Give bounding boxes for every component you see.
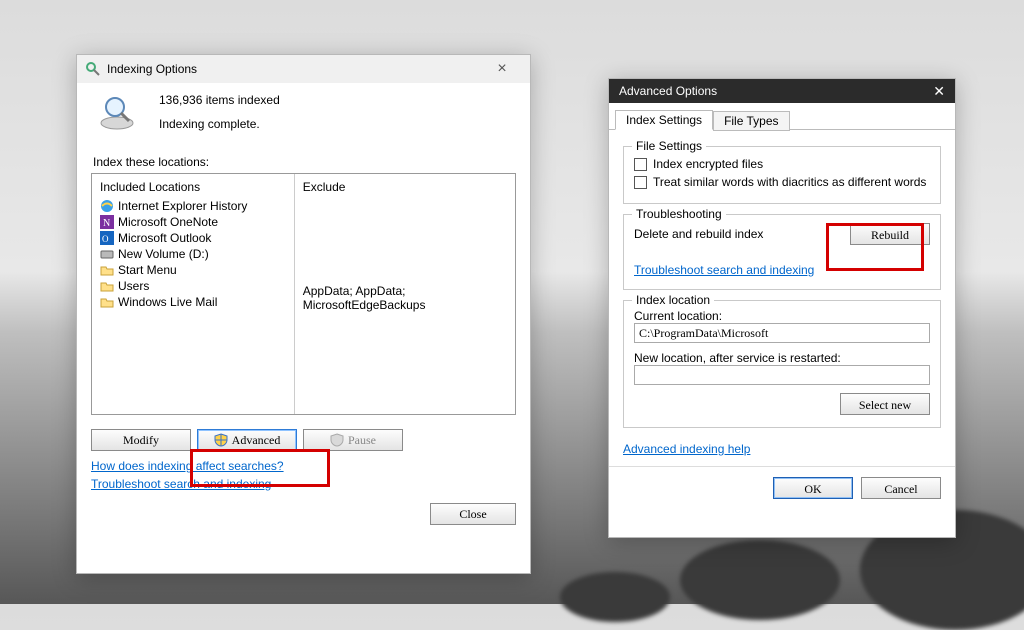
titlebar[interactable]: Advanced Options ✕ [609,79,955,103]
close-icon[interactable]: ✕ [933,83,945,100]
group-troubleshooting: Troubleshooting Delete and rebuild index… [623,214,941,290]
group-index-location: Index location Current location: New loc… [623,300,941,428]
magnifier-icon [99,93,137,131]
rebuild-label: Delete and rebuild index [634,227,763,241]
current-location-field[interactable] [634,323,930,343]
link-affect-searches[interactable]: How does indexing affect searches? [91,459,284,473]
window-title: Advanced Options [619,84,717,98]
checkbox-label: Treat similar words with diacritics as d… [653,175,926,189]
list-item[interactable]: Users [100,278,286,294]
list-item-label: Users [118,279,149,293]
folder-icon [100,295,114,309]
link-troubleshoot[interactable]: Troubleshoot search and indexing [91,477,271,491]
folder-icon [100,263,114,277]
close-button[interactable]: Close [430,503,516,525]
ok-button[interactable]: OK [773,477,853,499]
items-indexed-count: 136,936 items indexed [159,93,280,107]
checkbox-icon[interactable] [634,158,647,171]
checkbox-diacritics[interactable]: Treat similar words with diacritics as d… [634,173,930,191]
tab-file-types[interactable]: File Types [713,111,789,131]
list-item[interactable]: Windows Live Mail [100,294,286,310]
list-item[interactable]: Start Menu [100,262,286,278]
ie-icon [100,199,114,213]
onenote-icon: N [100,215,114,229]
tab-index-settings[interactable]: Index Settings [615,110,713,130]
link-troubleshoot[interactable]: Troubleshoot search and indexing [634,263,814,277]
group-title: Index location [632,293,714,307]
group-file-settings: File Settings Index encrypted files Trea… [623,146,941,204]
close-icon[interactable]: × [482,60,522,78]
exclude-value: AppData; AppData; MicrosoftEdgeBackups [303,284,507,312]
drive-icon [100,247,114,261]
list-item-label: New Volume (D:) [118,247,209,261]
locations-list[interactable]: Included Locations Internet Explorer His… [91,173,516,415]
list-item[interactable]: O Microsoft Outlook [100,230,286,246]
checkbox-icon[interactable] [634,176,647,189]
titlebar[interactable]: Indexing Options × [77,55,530,83]
index-locations-label: Index these locations: [77,141,530,173]
list-item-label: Windows Live Mail [118,295,217,309]
list-item[interactable]: N Microsoft OneNote [100,214,286,230]
column-included[interactable]: Included Locations [100,178,286,198]
current-location-label: Current location: [634,309,930,323]
group-title: Troubleshooting [632,207,726,221]
search-options-icon [85,61,101,77]
checkbox-label: Index encrypted files [653,157,763,171]
column-exclude[interactable]: Exclude [303,178,507,198]
new-location-field[interactable] [634,365,930,385]
pause-button: Pause [303,429,403,451]
indexing-status: Indexing complete. [159,117,280,131]
outlook-icon: O [100,231,114,245]
indexing-options-window: Indexing Options × 136,936 items indexed… [76,54,531,574]
shield-icon [330,433,344,447]
link-advanced-help[interactable]: Advanced indexing help [623,442,750,456]
svg-text:N: N [103,218,110,229]
advanced-options-window: Advanced Options ✕ Index Settings File T… [608,78,956,538]
rebuild-button[interactable]: Rebuild [850,223,930,245]
list-item-label: Start Menu [118,263,177,277]
cancel-button[interactable]: Cancel [861,477,941,499]
folder-icon [100,279,114,293]
shield-icon [214,433,228,447]
svg-text:O: O [102,234,109,244]
list-item-label: Microsoft Outlook [118,231,211,245]
new-location-label: New location, after service is restarted… [634,351,930,365]
advanced-button[interactable]: Advanced [197,429,297,451]
checkbox-encrypted[interactable]: Index encrypted files [634,155,930,173]
list-item-label: Internet Explorer History [118,199,247,213]
list-item[interactable]: New Volume (D:) [100,246,286,262]
group-title: File Settings [632,139,706,153]
list-item-label: Microsoft OneNote [118,215,218,229]
window-title: Indexing Options [107,62,197,76]
select-new-button[interactable]: Select new [840,393,930,415]
list-item[interactable]: Internet Explorer History [100,198,286,214]
modify-button[interactable]: Modify [91,429,191,451]
